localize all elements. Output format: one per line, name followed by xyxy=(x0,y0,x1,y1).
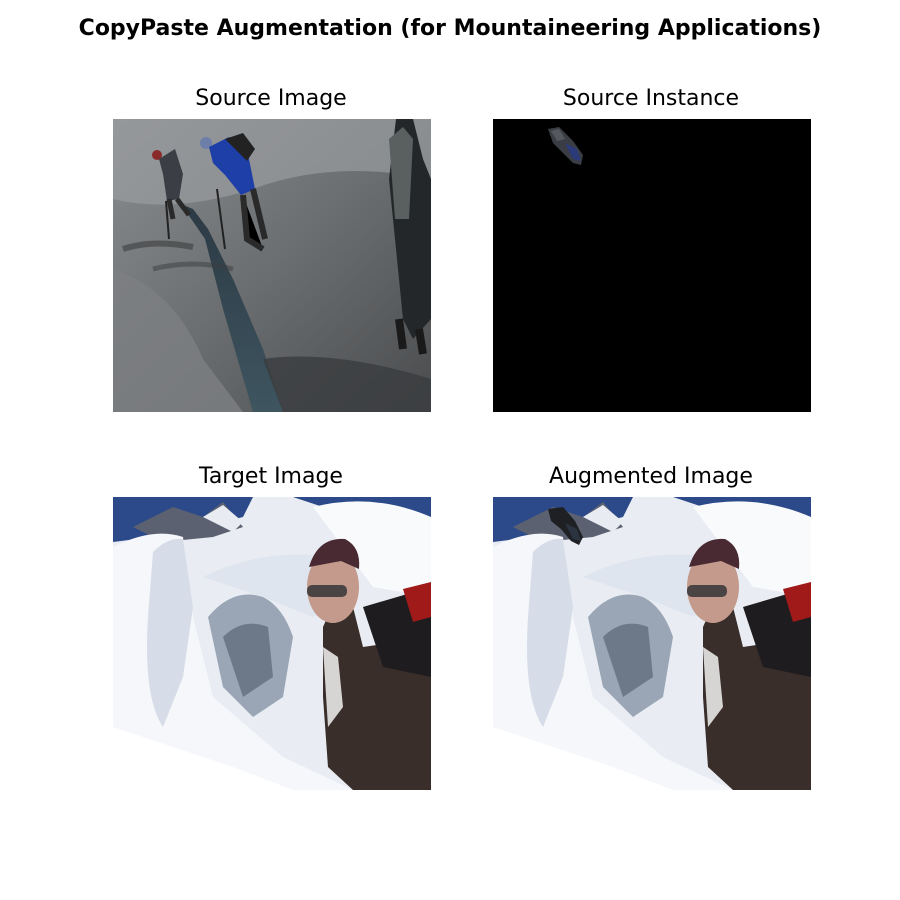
source-instance-mask xyxy=(493,119,811,412)
source-instance-title: Source Instance xyxy=(562,86,740,111)
target-image-photo xyxy=(113,497,431,790)
augmented-image xyxy=(493,497,811,790)
target-image xyxy=(113,497,431,790)
source-image xyxy=(113,119,431,412)
target-image-title: Target Image xyxy=(199,464,343,489)
source-instance xyxy=(493,119,811,412)
augmented-image-title: Augmented Image xyxy=(549,464,753,489)
figure-title: CopyPaste Augmentation (for Mountaineeri… xyxy=(78,16,822,41)
source-image-title: Source Image xyxy=(195,86,347,111)
source-image-photo xyxy=(113,119,431,412)
augmented-image-photo xyxy=(493,497,811,790)
